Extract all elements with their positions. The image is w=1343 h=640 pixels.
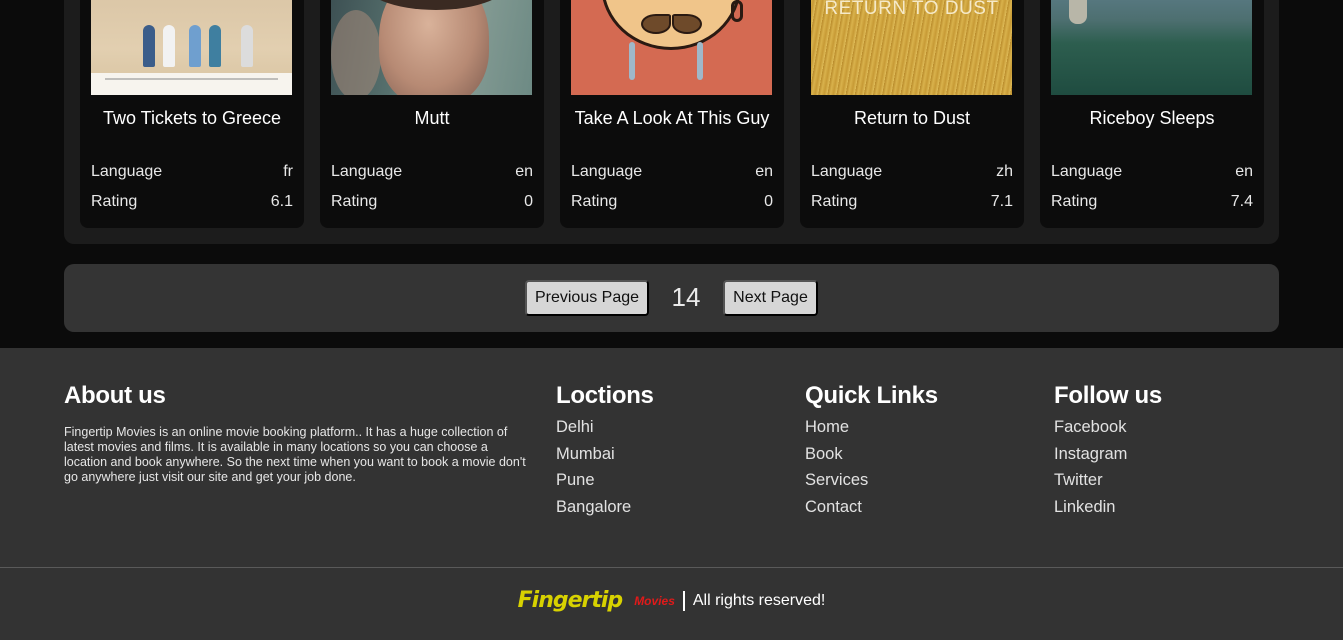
language-row: Language en: [331, 163, 533, 181]
rating-label: Rating: [811, 193, 858, 210]
rating-row: Rating 6.1: [91, 193, 293, 211]
movie-title[interactable]: Mutt: [320, 108, 544, 129]
footer-divider: [0, 567, 1343, 568]
movie-card[interactable]: Take A Look At This Guy Language en Rati…: [560, 0, 784, 228]
rating-row: Rating 7.4: [1051, 193, 1253, 211]
book-link[interactable]: Book: [805, 443, 938, 470]
movie-card[interactable]: Two Tickets to Greece Language fr Rating…: [80, 0, 304, 228]
home-link[interactable]: Home: [805, 416, 938, 443]
language-label: Language: [811, 163, 883, 180]
language-label: Language: [571, 163, 643, 180]
site-footer: About us Fingertip Movies is an online m…: [0, 348, 1343, 640]
rating-value: 7.1: [990, 193, 1013, 210]
rating-label: Rating: [91, 193, 138, 210]
movie-card[interactable]: RETURN TO DUST Return to Dust Language z…: [800, 0, 1024, 228]
rating-label: Rating: [571, 193, 618, 210]
contact-link[interactable]: Contact: [805, 496, 938, 523]
linkedin-link[interactable]: Linkedin: [1054, 496, 1162, 523]
next-page-button[interactable]: Next Page: [723, 280, 818, 316]
twitter-link[interactable]: Twitter: [1054, 469, 1162, 496]
location-link-delhi[interactable]: Delhi: [556, 416, 654, 443]
locations-section: Loctions Delhi Mumbai Pune Bangalore: [556, 382, 654, 522]
quick-links-heading: Quick Links: [805, 382, 938, 409]
location-link-bangalore[interactable]: Bangalore: [556, 496, 654, 523]
poster-title-text: RETURN TO DUST: [824, 0, 999, 19]
about-heading: About us: [64, 382, 166, 409]
brand-logo[interactable]: Fingertip: [518, 588, 624, 613]
language-row: Language en: [571, 163, 773, 181]
locations-heading: Loctions: [556, 382, 654, 409]
language-label: Language: [91, 163, 163, 180]
pagination-bar: Previous Page 14 Next Page: [64, 264, 1279, 332]
movie-card[interactable]: Riceboy Sleeps Language en Rating 7.4: [1040, 0, 1264, 228]
language-row: Language zh: [811, 163, 1013, 181]
rating-label: Rating: [331, 193, 378, 210]
movie-title[interactable]: Two Tickets to Greece: [80, 108, 304, 129]
about-section: About us Fingertip Movies is an online m…: [64, 382, 534, 485]
movie-poster[interactable]: [571, 0, 772, 95]
rating-row: Rating 7.1: [811, 193, 1013, 211]
language-value: en: [755, 163, 773, 180]
follow-us-heading: Follow us: [1054, 382, 1162, 409]
follow-us-section: Follow us Facebook Instagram Twitter Lin…: [1054, 382, 1162, 522]
rating-value: 7.4: [1230, 193, 1253, 210]
movie-poster[interactable]: [1051, 0, 1252, 95]
location-link-pune[interactable]: Pune: [556, 469, 654, 496]
movie-poster[interactable]: [331, 0, 532, 95]
rating-value: 6.1: [270, 193, 293, 210]
instagram-link[interactable]: Instagram: [1054, 443, 1162, 470]
movie-title[interactable]: Return to Dust: [800, 108, 1024, 129]
language-label: Language: [331, 163, 403, 180]
rights-text: All rights reserved!: [692, 591, 826, 609]
language-row: Language fr: [91, 163, 293, 181]
about-text: Fingertip Movies is an online movie book…: [64, 425, 526, 484]
rating-value: 0: [524, 193, 533, 210]
brand-logo-sub: Movies: [634, 593, 675, 608]
current-page-number: 14: [671, 282, 701, 312]
location-link-mumbai[interactable]: Mumbai: [556, 443, 654, 470]
rating-row: Rating 0: [571, 193, 773, 211]
rating-value: 0: [764, 193, 773, 210]
services-link[interactable]: Services: [805, 469, 938, 496]
copyright-bar: Fingertip Movies All rights reserved!: [0, 588, 1343, 613]
language-value: fr: [283, 163, 293, 180]
language-row: Language en: [1051, 163, 1253, 181]
rating-row: Rating 0: [331, 193, 533, 211]
language-value: en: [515, 163, 533, 180]
language-value: en: [1235, 163, 1253, 180]
previous-page-button[interactable]: Previous Page: [525, 280, 649, 316]
language-value: zh: [996, 163, 1013, 180]
movie-poster[interactable]: RETURN TO DUST: [811, 0, 1012, 95]
movie-poster[interactable]: [91, 0, 292, 95]
copyright-separator: [682, 590, 685, 611]
facebook-link[interactable]: Facebook: [1054, 416, 1162, 443]
movie-title[interactable]: Take A Look At This Guy: [560, 108, 784, 129]
quick-links-section: Quick Links Home Book Services Contact: [805, 382, 938, 522]
movie-grid: Two Tickets to Greece Language fr Rating…: [64, 0, 1279, 244]
rating-label: Rating: [1051, 193, 1098, 210]
movie-title[interactable]: Riceboy Sleeps: [1040, 108, 1264, 129]
language-label: Language: [1051, 163, 1123, 180]
movie-card[interactable]: Mutt Language en Rating 0: [320, 0, 544, 228]
